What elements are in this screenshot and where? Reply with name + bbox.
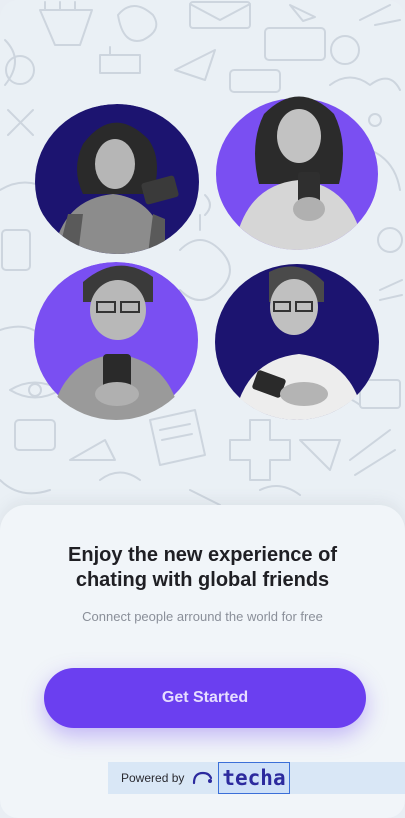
page-title: Enjoy the new experience of chating with… — [20, 543, 385, 593]
subtitle: Connect people arround the world for fre… — [82, 609, 323, 624]
doodle-background — [0, 1, 403, 506]
brand-logo-icon — [193, 771, 213, 785]
user-photo-3 — [33, 262, 199, 420]
get-started-button[interactable]: Get Started — [44, 668, 366, 728]
headline-line-2: chating with global friends — [75, 569, 330, 591]
onboarding-screen: Enjoy the new experience of chating with… — [0, 0, 405, 818]
powered-by-banner[interactable]: Powered by techa — [108, 762, 405, 794]
brand-name[interactable]: techa — [218, 762, 290, 794]
bottom-sheet: Enjoy the new experience of chating with… — [0, 505, 405, 818]
headline-line-1: Enjoy the new experience of — [68, 544, 337, 566]
powered-by-label: Powered by — [121, 771, 185, 785]
user-photo-2 — [214, 84, 380, 250]
user-photo-1 — [33, 104, 201, 254]
user-photo-4 — [214, 262, 380, 420]
